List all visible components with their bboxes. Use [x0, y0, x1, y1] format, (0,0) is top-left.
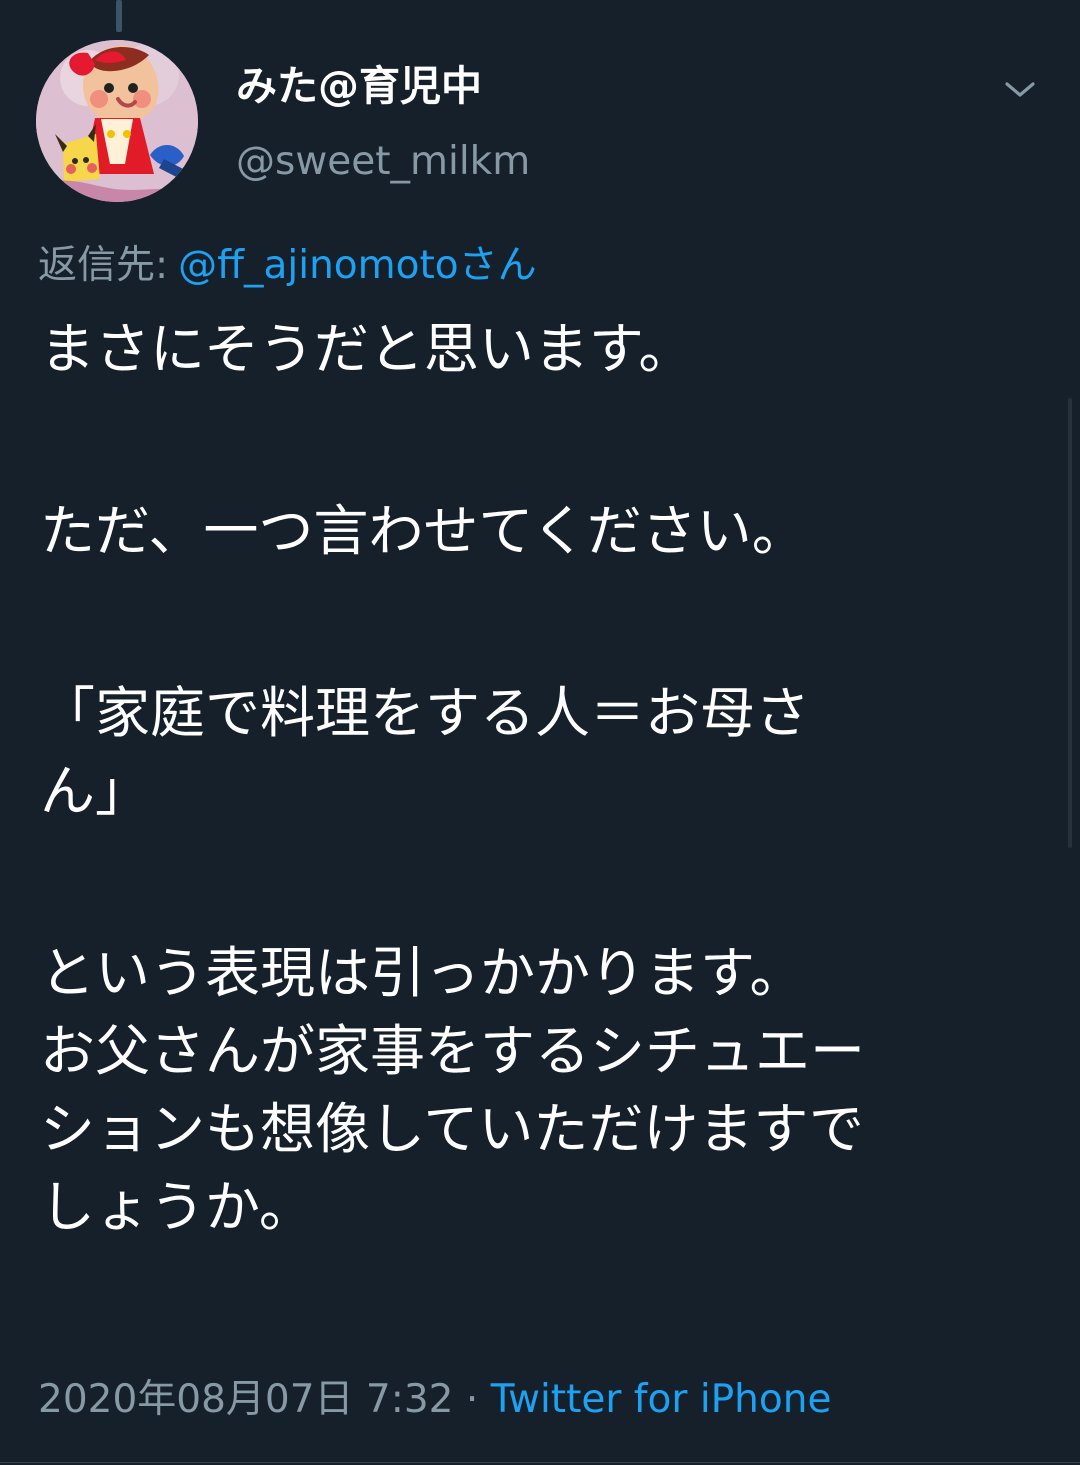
tweet-line-8: しょうか。 [40, 1175, 314, 1239]
thread-connector-line [116, 0, 122, 32]
tweet-line-1: まさにそうだと思います。 [40, 317, 694, 381]
meta-separator: · [465, 1377, 479, 1422]
tweet-meta: 2020年08月07日 7:32 · Twitter for iPhone [38, 1374, 831, 1426]
tweet-line-6: お父さんが家事をするシチュエー [40, 1019, 866, 1083]
more-options-button[interactable] [996, 66, 1044, 114]
tweet-line-4: ん」 [40, 759, 151, 823]
avatar-image [36, 40, 198, 202]
reply-prefix: 返信先: [38, 243, 169, 288]
tweet-text: まさにそうだと思います。 ただ、一つ言わせてください。 「家庭で料理をする人＝お… [40, 310, 1040, 1246]
reply-target-link[interactable]: @ff_ajinomotoさん [178, 243, 537, 288]
tweet-header: みた@育児中 @sweet_milkm [36, 40, 1044, 202]
avatar[interactable] [36, 40, 198, 202]
chevron-down-icon [1005, 82, 1035, 97]
tweet-line-5: という表現は引っかかります。 [40, 941, 805, 1005]
tweet-line-3: 「家庭で料理をする人＝お母さ [40, 681, 811, 745]
user-handle[interactable]: @sweet_milkm [236, 136, 530, 188]
tweet-line-7: ションも想像していただけますで [40, 1097, 864, 1161]
display-name[interactable]: みた@育児中 [236, 60, 482, 112]
tweet-line-2: ただ、一つ言わせてください。 [40, 499, 807, 563]
scrollbar[interactable] [1068, 398, 1072, 848]
tweet-source-link[interactable]: Twitter for iPhone [491, 1377, 832, 1422]
tweet-timestamp[interactable]: 2020年08月07日 7:32 [38, 1377, 453, 1422]
divider [0, 1462, 1080, 1463]
reply-context: 返信先: @ff_ajinomotoさん [38, 238, 537, 294]
